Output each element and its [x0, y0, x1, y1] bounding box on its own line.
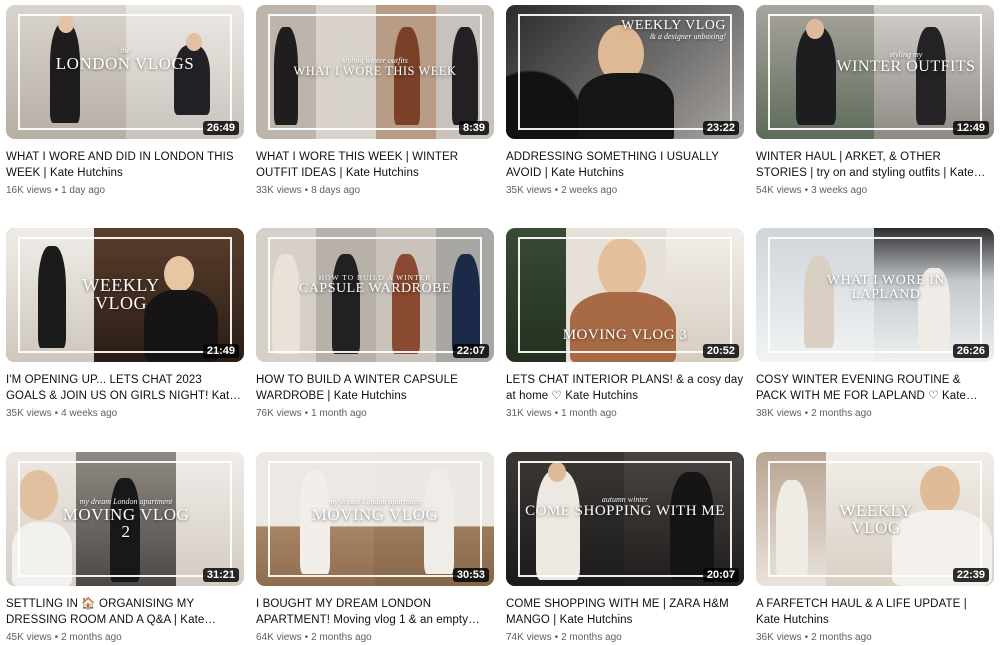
video-meta: 74K views • 2 months ago — [506, 632, 622, 643]
video-title[interactable]: I BOUGHT MY DREAM LONDON APARTMENT! Movi… — [256, 596, 494, 628]
video-title[interactable]: A FARFETCH HAUL & A LIFE UPDATE | Kate H… — [756, 596, 994, 628]
video-card[interactable]: my dream London apartment MOVING VLOG 2 … — [6, 452, 244, 643]
video-thumbnail[interactable]: autumn winter COME SHOPPING WITH ME 20:0… — [506, 452, 744, 586]
video-card[interactable]: autumn winter COME SHOPPING WITH ME 20:0… — [506, 452, 744, 643]
video-duration: 22:39 — [952, 568, 989, 582]
video-duration: 21:49 — [202, 344, 239, 358]
video-meta: 38K views • 2 months ago — [756, 408, 872, 419]
video-thumbnail[interactable]: WEEKLY VLOG 22:39 — [756, 452, 994, 586]
video-thumbnail[interactable]: WHAT I WORE IN LAPLAND 26:26 — [756, 228, 994, 362]
video-meta: 54K views • 3 weeks ago — [756, 185, 868, 196]
thumbnail-overlay-text: WEEKLY VLOG — [82, 275, 160, 314]
thumbnail-overlay-text: the LONDON VLOGS — [55, 46, 195, 74]
video-duration: 22:07 — [452, 344, 489, 358]
video-card[interactable]: the LONDON VLOGS 26:49 WHAT I WORE AND D… — [6, 5, 244, 196]
video-title[interactable]: WHAT I WORE AND DID IN LONDON THIS WEEK … — [6, 149, 244, 181]
video-duration: 12:49 — [952, 121, 989, 135]
video-card[interactable]: styling my WINTER OUTFITS 12:49 WINTER H… — [756, 5, 994, 196]
video-card[interactable]: WEEKLY VLOG 22:39 A FARFETCH HAUL & A LI… — [756, 452, 994, 643]
video-duration: 8:39 — [458, 121, 489, 135]
video-duration: 31:21 — [202, 568, 239, 582]
video-card[interactable]: WHAT I WORE IN LAPLAND 26:26 COSY WINTER… — [756, 228, 994, 419]
thumbnail-overlay-text: autumn winter COME SHOPPING WITH ME — [525, 495, 725, 520]
thumbnail-overlay-text: MOVING VLOG 3 — [562, 327, 688, 343]
video-duration: 20:52 — [702, 344, 739, 358]
video-title[interactable]: ADDRESSING SOMETHING I USUALLY AVOID | K… — [506, 149, 744, 181]
thumbnail-overlay-text: WEEKLY VLOG — [839, 501, 913, 538]
video-title[interactable]: SETTLING IN 🏠 ORGANISING MY DRESSING ROO… — [6, 596, 244, 628]
video-thumbnail[interactable]: HOW TO BUILD A WINTER CAPSULE WARDROBE 2… — [256, 228, 494, 362]
thumbnail-overlay-text: styling winter outfits WHAT I WORE THIS … — [293, 56, 457, 79]
video-title[interactable]: HOW TO BUILD A WINTER CAPSULE WARDROBE |… — [256, 372, 494, 404]
video-title[interactable]: COME SHOPPING WITH ME | ZARA H&M MANGO |… — [506, 596, 744, 628]
video-duration: 26:49 — [202, 121, 239, 135]
video-title[interactable]: LETS CHAT INTERIOR PLANS! & a cosy day a… — [506, 372, 744, 404]
video-meta: 33K views • 8 days ago — [256, 185, 361, 196]
video-title[interactable]: COSY WINTER EVENING ROUTINE & PACK WITH … — [756, 372, 994, 404]
video-thumbnail[interactable]: the LONDON VLOGS 26:49 — [6, 5, 244, 139]
thumbnail-overlay-text: styling my WINTER OUTFITS — [836, 50, 976, 76]
video-meta: 36K views • 2 months ago — [756, 632, 872, 643]
video-meta: 64K views • 2 months ago — [256, 632, 372, 643]
video-card[interactable]: my dream London apartment MOVING VLOG 30… — [256, 452, 494, 643]
video-title[interactable]: WHAT I WORE THIS WEEK | WINTER OUTFIT ID… — [256, 149, 494, 181]
video-thumbnail[interactable]: my dream London apartment MOVING VLOG 30… — [256, 452, 494, 586]
video-thumbnail[interactable]: WEEKLY VLOG 21:49 — [6, 228, 244, 362]
video-meta: 16K views • 1 day ago — [6, 185, 106, 196]
video-title[interactable]: I'M OPENING UP... LETS CHAT 2023 GOALS &… — [6, 372, 244, 404]
video-meta: 45K views • 2 months ago — [6, 632, 122, 643]
video-card[interactable]: WEEKLY VLOG 21:49 I'M OPENING UP... LETS… — [6, 228, 244, 419]
thumbnail-overlay-text: WEEKLY VLOG & a designer unboxing! — [621, 18, 726, 42]
video-duration: 23:22 — [702, 121, 739, 135]
video-meta: 35K views • 4 weeks ago — [6, 408, 118, 419]
video-meta: 35K views • 2 weeks ago — [506, 185, 618, 196]
video-thumbnail[interactable]: styling my WINTER OUTFITS 12:49 — [756, 5, 994, 139]
video-thumbnail[interactable]: styling winter outfits WHAT I WORE THIS … — [256, 5, 494, 139]
video-thumbnail[interactable]: WEEKLY VLOG & a designer unboxing! 23:22 — [506, 5, 744, 139]
video-meta: 31K views • 1 month ago — [506, 408, 617, 419]
video-meta: 76K views • 1 month ago — [256, 408, 367, 419]
video-card[interactable]: HOW TO BUILD A WINTER CAPSULE WARDROBE 2… — [256, 228, 494, 419]
thumbnail-overlay-text: HOW TO BUILD A WINTER CAPSULE WARDROBE — [298, 273, 452, 296]
video-duration: 30:53 — [452, 568, 489, 582]
video-card[interactable]: styling winter outfits WHAT I WORE THIS … — [256, 5, 494, 196]
video-card[interactable]: MOVING VLOG 3 20:52 LETS CHAT INTERIOR P… — [506, 228, 744, 419]
video-card[interactable]: WEEKLY VLOG & a designer unboxing! 23:22… — [506, 5, 744, 196]
thumbnail-overlay-text: my dream London apartment MOVING VLOG — [311, 497, 439, 525]
thumbnail-overlay-text: my dream London apartment MOVING VLOG 2 — [62, 497, 190, 542]
video-duration: 20:07 — [702, 568, 739, 582]
video-thumbnail[interactable]: MOVING VLOG 3 20:52 — [506, 228, 744, 362]
thumbnail-overlay-text: WHAT I WORE IN LAPLAND — [826, 273, 946, 303]
video-thumbnail[interactable]: my dream London apartment MOVING VLOG 2 … — [6, 452, 244, 586]
video-grid: the LONDON VLOGS 26:49 WHAT I WORE AND D… — [0, 0, 1000, 645]
video-duration: 26:26 — [952, 344, 989, 358]
video-title[interactable]: WINTER HAUL | ARKET, & OTHER STORIES | t… — [756, 149, 994, 181]
